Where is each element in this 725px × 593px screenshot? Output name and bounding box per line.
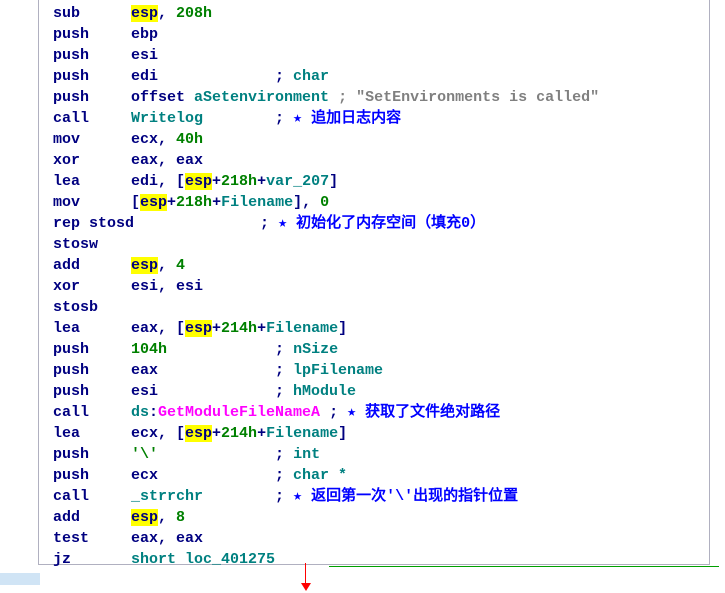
asm-line[interactable]: pusheax ; lpFilename (53, 360, 709, 381)
asm-line[interactable]: callWritelog ; ★ 追加日志内容 (53, 108, 709, 129)
asm-line[interactable]: pushecx ; char * (53, 465, 709, 486)
flow-arrows (305, 563, 655, 593)
asm-line[interactable]: stosb (53, 297, 709, 318)
asm-line[interactable]: pushedi ; char (53, 66, 709, 87)
asm-line[interactable]: addesp, 4 (53, 255, 709, 276)
asm-line[interactable]: rep stosd ; ★ 初始化了内存空间（填充0） (53, 213, 709, 234)
asm-line[interactable]: pushebp (53, 24, 709, 45)
asm-line[interactable]: push104h ; nSize (53, 339, 709, 360)
asm-line[interactable]: xoreax, eax (53, 150, 709, 171)
asm-line[interactable]: pushoffset aSetenvironment ; "SetEnviron… (53, 87, 709, 108)
asm-line[interactable]: leaedi, [esp+218h+var_207] (53, 171, 709, 192)
disassembly-block: subesp, 208hpushebppushesipushedi ; char… (38, 0, 710, 565)
asm-line[interactable]: mov[esp+218h+Filename], 0 (53, 192, 709, 213)
asm-line[interactable]: testeax, eax (53, 528, 709, 549)
asm-line[interactable]: xoresi, esi (53, 276, 709, 297)
asm-line[interactable]: call_strrchr ; ★ 返回第一次'\'出现的指针位置 (53, 486, 709, 507)
asm-line[interactable]: addesp, 8 (53, 507, 709, 528)
arrow-false-branch (305, 563, 306, 585)
code-view[interactable]: subesp, 208hpushebppushesipushedi ; char… (53, 3, 709, 570)
asm-line[interactable]: push'\' ; int (53, 444, 709, 465)
asm-line[interactable]: subesp, 208h (53, 3, 709, 24)
asm-line[interactable]: stosw (53, 234, 709, 255)
asm-line[interactable]: pushesi ; hModule (53, 381, 709, 402)
asm-line[interactable]: callds:GetModuleFileNameA ; ★ 获取了文件绝对路径 (53, 402, 709, 423)
graph-overview-strip (0, 573, 40, 585)
arrow-true-branch (329, 566, 719, 567)
asm-line[interactable]: movecx, 40h (53, 129, 709, 150)
asm-line[interactable]: leaecx, [esp+214h+Filename] (53, 423, 709, 444)
arrow-head-icon (301, 583, 311, 591)
asm-line[interactable]: leaeax, [esp+214h+Filename] (53, 318, 709, 339)
asm-line[interactable]: pushesi (53, 45, 709, 66)
